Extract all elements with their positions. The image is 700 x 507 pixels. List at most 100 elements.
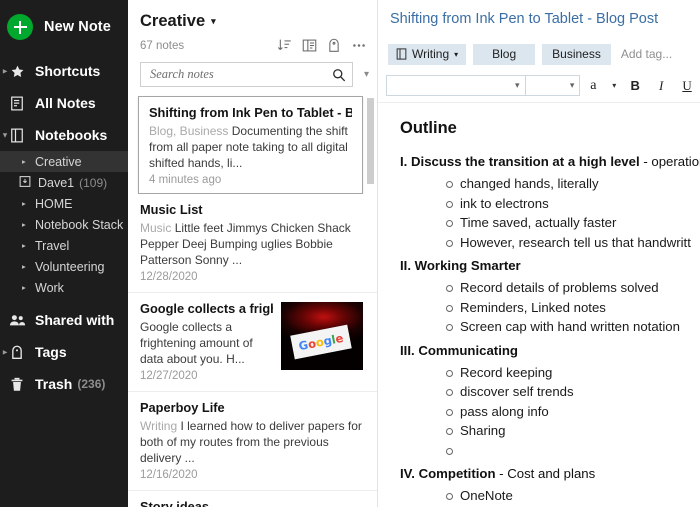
text-color-button[interactable]: a	[580, 73, 606, 99]
new-note-button[interactable]: New Note	[0, 8, 128, 46]
all-notes-icon	[7, 96, 27, 111]
note-list-item[interactable]: Paperboy Life Writing I learned how to d…	[128, 392, 377, 491]
outline-section-heading: II. Working Smarter	[400, 256, 700, 276]
trash-count: (236)	[77, 377, 106, 391]
outline-bullet: However, research tell us that handwritt	[446, 233, 700, 253]
note-list-title[interactable]: Creative ▾	[128, 0, 377, 31]
notebook-item-dave1[interactable]: Dave1 (109)	[0, 172, 128, 193]
outline-bullet: discover self trends	[446, 382, 700, 402]
outline-section-heading: IV. Competition - Cost and plans	[400, 464, 700, 484]
tag-icon[interactable]	[327, 38, 341, 53]
sidebar-item-all-notes[interactable]: All Notes	[0, 87, 128, 119]
note-tags: Blog, Business	[149, 124, 229, 138]
note-list-item[interactable]: Story ideas Writing - aliens visit and s…	[128, 491, 377, 507]
section-rest: - operations,	[643, 154, 700, 169]
notebook-item-notebook-stack[interactable]: ▸ Notebook Stack	[0, 214, 128, 235]
sidebar-item-label: Shortcuts	[35, 63, 101, 79]
search-icon[interactable]	[332, 68, 346, 82]
bold-button[interactable]: B	[622, 73, 648, 99]
add-tag-input[interactable]: Add tag...	[621, 47, 672, 61]
section-title: Working Smarter	[414, 258, 521, 273]
view-layout-icon[interactable]	[302, 38, 317, 53]
tag-chip-business[interactable]: Business	[542, 43, 611, 65]
note-list-item[interactable]: Music List Music Little feet Jimmys Chic…	[128, 194, 377, 293]
chevron-down-icon[interactable]: ▾	[454, 50, 458, 59]
sort-icon[interactable]	[277, 38, 292, 53]
text-color-chevron-icon[interactable]: ▾	[606, 81, 622, 90]
search-options-chevron-icon[interactable]: ▾	[364, 69, 369, 80]
note-title: Music List	[140, 202, 203, 217]
trash-icon	[7, 377, 27, 392]
notebook-list: ▸ Creative Dave1 (109) ▸ HOME ▸ Notebook…	[0, 151, 128, 298]
sidebar-item-label: All Notes	[35, 95, 96, 111]
notebook-label: Creative	[35, 154, 82, 169]
chevron-right-icon[interactable]: ▸	[0, 348, 10, 357]
sync-icon	[19, 175, 31, 188]
triangle-right-icon[interactable]: ▸	[22, 220, 26, 229]
outline-bullet: Record details of problems solved	[446, 278, 700, 298]
people-icon	[7, 313, 27, 327]
search-input[interactable]	[150, 67, 332, 82]
triangle-right-icon[interactable]: ▸	[22, 283, 26, 292]
font-family-select[interactable]: ▾	[386, 75, 526, 96]
note-date: 4 minutes ago	[149, 174, 222, 186]
note-content[interactable]: Outline I. Discuss the transition at a h…	[378, 103, 700, 507]
star-icon	[7, 64, 27, 79]
notebook-icon	[396, 48, 407, 60]
triangle-right-icon[interactable]: ▸	[22, 199, 26, 208]
chevron-down-icon[interactable]: ▾	[211, 16, 216, 27]
note-list-title-label: Creative	[140, 12, 206, 30]
notebook-label: Dave1	[38, 175, 75, 190]
sidebar-item-tags[interactable]: ▸ Tags	[0, 336, 128, 368]
notebook-item-creative[interactable]: ▸ Creative	[0, 151, 128, 172]
font-size-select[interactable]: ▾	[524, 75, 581, 96]
outline-bullet: Sharing	[446, 421, 700, 441]
note-snippet: Google collects a frightening amount of …	[140, 319, 273, 367]
sidebar-item-notebooks[interactable]: ▾ Notebooks	[0, 119, 128, 151]
sidebar-item-label: Shared with	[35, 312, 115, 328]
notebook-item-home[interactable]: ▸ HOME	[0, 193, 128, 214]
note-list-subheader: 67 notes	[128, 31, 377, 53]
section-number: III.	[400, 342, 415, 358]
outline-bullet: Screen cap with hand written notation	[446, 317, 700, 337]
note-snippet: Music Little feet Jimmys Chicken Shack P…	[140, 220, 363, 268]
note-list-item[interactable]: Shifting from Ink Pen to Tablet - Blog..…	[138, 96, 363, 194]
note-date: 12/27/2020	[140, 370, 198, 382]
triangle-right-icon[interactable]: ▸	[22, 157, 26, 166]
note-editor-title[interactable]: Shifting from Ink Pen to Tablet - Blog P…	[378, 0, 700, 27]
notebook-item-work[interactable]: ▸ Work	[0, 277, 128, 298]
note-list-item[interactable]: Google collects a fright... Google colle…	[128, 293, 377, 392]
outline-bullet: Reminders, Linked notes	[446, 298, 700, 318]
note-snippet: Writing I learned how to deliver papers …	[140, 418, 363, 466]
document-heading: Outline	[400, 119, 457, 137]
triangle-right-icon[interactable]: ▸	[22, 262, 26, 271]
notebook-item-travel[interactable]: ▸ Travel	[0, 235, 128, 256]
chevron-down-icon[interactable]: ▾	[570, 80, 575, 91]
search-box[interactable]: ▾	[140, 62, 369, 87]
notebook-item-volunteering[interactable]: ▸ Volunteering	[0, 256, 128, 277]
sidebar-item-shared-with[interactable]: Shared with	[0, 304, 128, 336]
chevron-down-icon[interactable]: ▾	[0, 131, 10, 140]
chevron-down-icon[interactable]: ▾	[515, 80, 520, 91]
more-options-icon[interactable]	[351, 38, 367, 53]
section-number: II.	[400, 258, 411, 273]
notebook-selector[interactable]: Writing ▾	[388, 43, 467, 65]
scrollbar-track[interactable]	[367, 98, 374, 184]
outline-bullet: Record keeping	[446, 363, 700, 383]
italic-button[interactable]: I	[648, 73, 674, 99]
note-tags: Music	[140, 221, 172, 235]
section-title: Competition	[418, 466, 496, 481]
section-rest: - Cost and plans	[495, 466, 596, 481]
sidebar-item-trash[interactable]: Trash (236)	[0, 368, 128, 400]
tag-chip-blog[interactable]: Blog	[473, 43, 536, 65]
underline-button[interactable]: U	[674, 73, 700, 99]
scrollbar-thumb[interactable]	[367, 98, 374, 184]
note-title: Google collects a fright...	[140, 301, 273, 316]
note-editor-tagbar: Writing ▾ Blog Business Add tag...	[378, 27, 700, 69]
note-count-label: 67 notes	[140, 39, 185, 52]
note-title: Story ideas	[140, 499, 209, 507]
chevron-right-icon[interactable]: ▸	[0, 67, 10, 76]
triangle-right-icon[interactable]: ▸	[22, 241, 26, 250]
sidebar-item-shortcuts[interactable]: ▸ Shortcuts	[0, 55, 128, 87]
note-editor-panel: Shifting from Ink Pen to Tablet - Blog P…	[378, 0, 700, 507]
